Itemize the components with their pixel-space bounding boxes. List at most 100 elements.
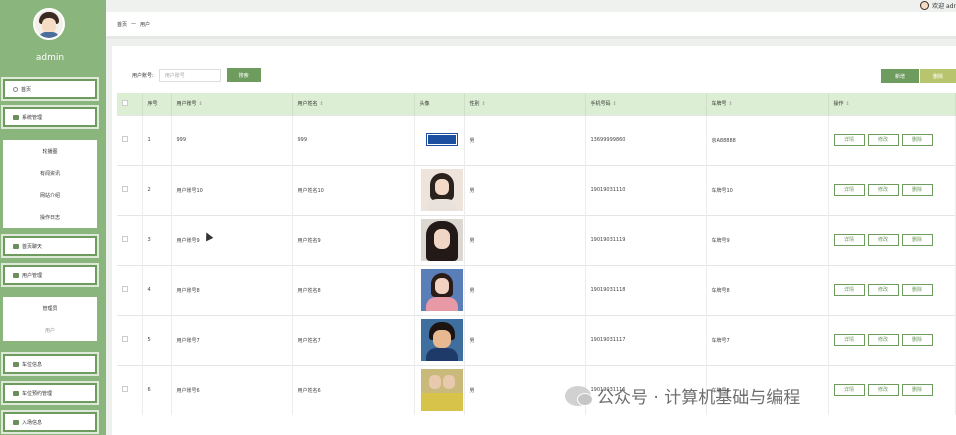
row-delete-button[interactable]: 删除 [901,384,933,397]
main-content: 用户账号: 用户账号 搜索 新增 删除 序号 用户账号 ⇕ 用户姓名 ⇕ 头像 性别… [112,46,956,435]
edit-button[interactable]: 修改 [867,134,899,146]
col-header-no: 序号 [142,93,172,115]
submenu-item-log[interactable]: 操作日志 [3,206,97,228]
sidebar-item-users[interactable]: 用户管理 [1,263,99,287]
search-label: 用户账号: [132,72,154,79]
folder-icon [13,114,19,120]
edit-button[interactable]: 修改 [867,284,899,296]
row-select-cell [117,264,143,315]
cell-avatar [414,264,465,315]
col-header-account[interactable]: 用户账号 ⇕ [171,93,293,115]
cell-no: 1 [142,114,172,165]
edit-button[interactable]: 修改 [867,184,899,196]
detail-button[interactable]: 详情 [833,234,865,246]
sort-icon: ⇕ [612,101,617,108]
submenu-item-carousel[interactable]: 轮播图 [3,140,97,162]
cell-account: 用户账号9 [171,214,293,265]
delete-button[interactable]: 删除 [920,69,956,83]
sidebar-item-system[interactable]: 系统管理 [1,105,99,129]
detail-button[interactable]: 详情 [833,384,865,397]
row-delete-button[interactable]: 删除 [901,234,933,246]
row-checkbox[interactable] [122,286,128,292]
cell-name: 用户姓名6 [292,364,415,415]
welcome-area[interactable]: 欢迎 adr [920,1,956,10]
cell-phone: 19019031117 [585,314,707,365]
avatar-thumbnail[interactable] [420,269,463,311]
sidebar-item-home[interactable]: 首页 [1,77,99,101]
submenu-item-news[interactable]: 有闻资讯 [3,162,97,184]
cell-account: 用户账号6 [171,364,293,415]
entry-icon [13,419,19,425]
breadcrumb-home[interactable]: 首页 [117,21,127,28]
calendar-icon [13,390,19,396]
cell-phone: 19019031110 [585,164,707,215]
sidebar: admin 首页 系统管理 轮播图 有闻资讯 网站介绍 操作日志 首页聊天 用户… [0,0,106,435]
detail-button[interactable]: 详情 [833,134,865,146]
search-row: 用户账号: 用户账号 搜索 [132,68,261,82]
detail-button[interactable]: 详情 [833,334,865,346]
cell-avatar [414,214,465,265]
cell-actions: 详情 修改 删除 [828,164,956,215]
row-checkbox[interactable] [122,136,128,142]
row-delete-button[interactable]: 删除 [901,334,933,346]
col-header-plate[interactable]: 车牌号 ⇕ [706,93,829,115]
row-checkbox[interactable] [122,386,128,393]
submenu-item-about[interactable]: 网站介绍 [3,184,97,206]
detail-button[interactable]: 详情 [833,284,865,296]
sidebar-item-label: 入场信息 [22,419,43,426]
sidebar-item-entry[interactable]: 入场信息 [1,410,99,434]
user-table: 序号 用户账号 ⇕ 用户姓名 ⇕ 头像 性别 ⇕ 手机号码 ⇕ 车牌号 ⇕ 操作 ⇕ 1 9… [117,93,956,415]
row-checkbox[interactable] [122,336,128,342]
cell-plate: 京A88888 [706,114,829,165]
cell-avatar [414,114,465,165]
submenu-item-admins[interactable]: 管理员 [3,297,97,319]
col-header-phone[interactable]: 手机号码 ⇕ [585,93,707,115]
select-all-checkbox[interactable] [122,99,128,106]
admin-avatar[interactable] [33,8,65,40]
cell-name: 用户姓名8 [292,264,415,315]
row-checkbox[interactable] [122,236,128,242]
select-all-cell [117,93,143,115]
detail-button[interactable]: 详情 [833,184,865,196]
sidebar-item-label: 车位预约管理 [22,390,53,397]
avatar-thumbnail[interactable] [420,369,463,412]
cell-avatar [414,364,465,415]
search-input[interactable]: 用户账号 [158,68,221,82]
user-avatar-icon [920,1,930,10]
avatar-thumbnail[interactable] [420,119,463,161]
search-button[interactable]: 搜索 [226,68,261,82]
admin-name: admin [35,53,65,63]
parking-icon [13,361,19,367]
row-delete-button[interactable]: 删除 [901,284,933,296]
cell-actions: 详情 修改 删除 [828,214,956,265]
cell-no: 4 [142,264,172,315]
cell-plate: 车牌号10 [706,164,829,215]
submenu-item-users[interactable]: 用户 [3,319,97,341]
sidebar-item-chat[interactable]: 首页聊天 [1,234,99,258]
sidebar-item-label: 首页聊天 [22,243,43,250]
col-header-actions[interactable]: 操作 ⇕ [828,93,956,115]
sidebar-item-reservation[interactable]: 车位预约管理 [1,381,99,405]
edit-button[interactable]: 修改 [867,234,899,246]
row-delete-button[interactable]: 删除 [901,184,933,196]
cell-actions: 详情 修改 删除 [828,314,956,365]
col-header-gender[interactable]: 性别 ⇕ [464,93,586,115]
add-button[interactable]: 新增 [881,69,919,83]
edit-button[interactable]: 修改 [867,334,899,346]
avatar-thumbnail[interactable] [420,319,463,361]
cell-name: 用户姓名7 [292,314,415,365]
sidebar-item-parking[interactable]: 车位信息 [1,352,99,376]
row-delete-button[interactable]: 删除 [901,134,933,146]
cell-gender: 男 [464,214,586,265]
cell-avatar [414,164,465,215]
cell-plate: 车牌号7 [706,314,829,365]
row-checkbox[interactable] [122,186,128,192]
cell-avatar [414,314,465,365]
col-header-name[interactable]: 用户姓名 ⇕ [292,93,415,115]
edit-button[interactable]: 修改 [867,384,899,397]
avatar-thumbnail[interactable] [420,169,463,211]
top-bar: 欢迎 adr [106,0,956,12]
avatar-thumbnail[interactable] [420,219,463,261]
sidebar-item-label: 首页 [21,86,32,93]
row-select-cell [117,314,143,365]
